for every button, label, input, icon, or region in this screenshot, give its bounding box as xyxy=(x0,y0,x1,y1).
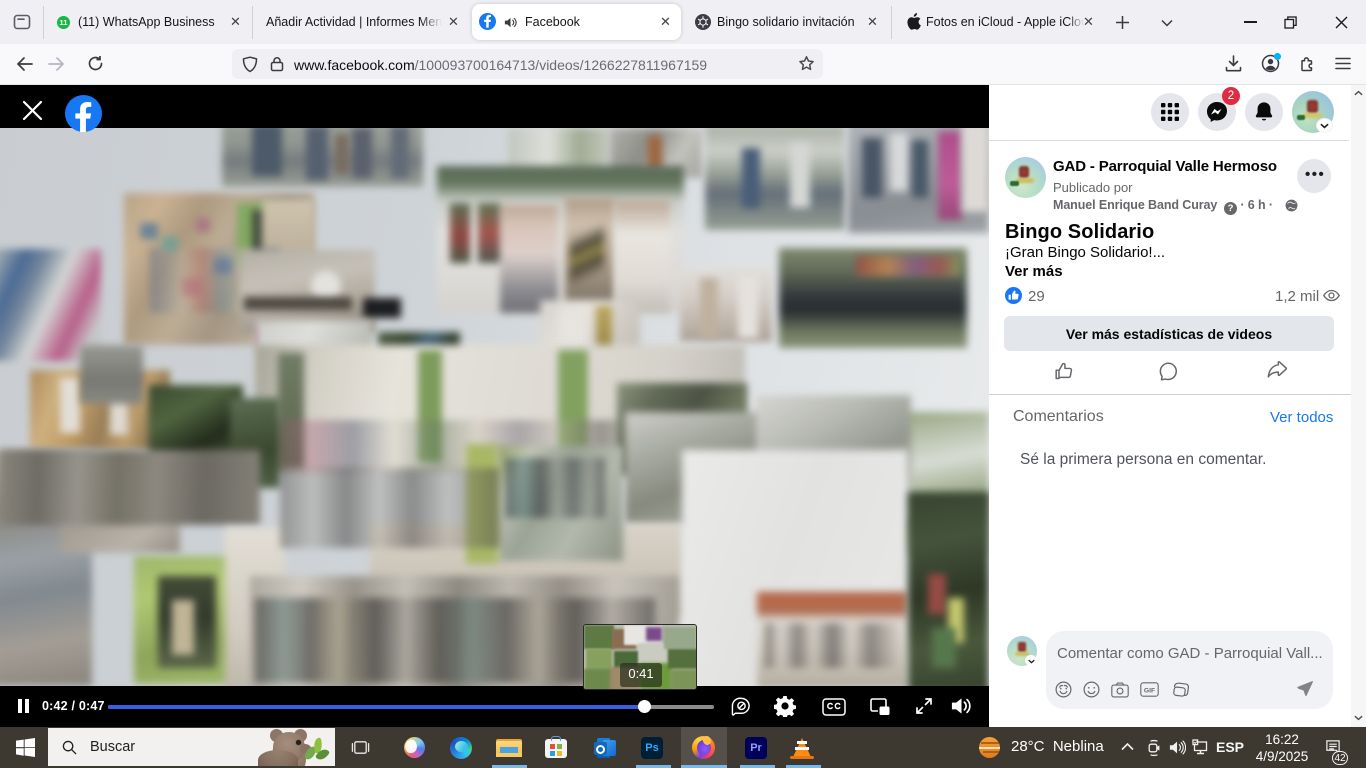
svg-text:GIF: GIF xyxy=(1144,687,1155,694)
svg-text:11: 11 xyxy=(59,18,68,27)
